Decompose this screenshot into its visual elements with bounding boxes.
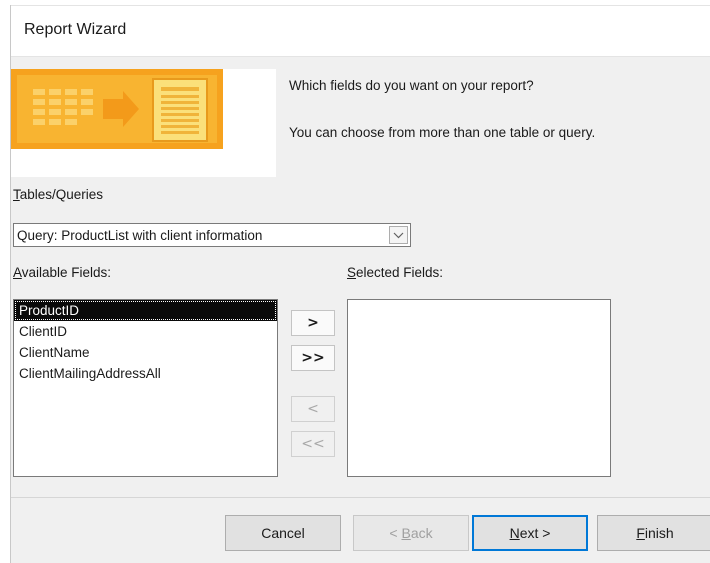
cancel-button[interactable]: Cancel [225,515,341,551]
selected-fields-listbox[interactable] [347,299,611,477]
window-title: Report Wizard [24,21,127,38]
back-button[interactable]: < Back [353,515,469,551]
list-item[interactable]: ProductID [14,300,277,321]
report-wizard-window: Report Wizard Which fields do you want o [10,5,710,563]
chevron-down-icon[interactable] [389,226,408,244]
title-bar: Report Wizard [11,5,710,57]
tables-queries-combobox[interactable]: Query: ProductList with client informati… [13,223,411,247]
tables-queries-value: Query: ProductList with client informati… [17,228,263,243]
tables-queries-label: Tables/Queries [13,187,104,202]
report-wizard-illustration-icon [11,69,276,177]
list-item[interactable]: ClientID [14,321,277,342]
remove-all-fields-button[interactable]: << [291,431,335,457]
finish-button[interactable]: Finish [597,515,710,551]
list-item[interactable]: ClientName [14,342,277,363]
available-fields-label: Available Fields: [13,265,112,280]
next-button[interactable]: Next > [472,515,588,551]
add-all-fields-button[interactable]: >> [291,345,335,371]
wizard-question: Which fields do you want on your report? [289,78,534,93]
available-fields-listbox[interactable]: ProductID ClientID ClientName ClientMailing… [13,299,278,477]
add-field-button[interactable]: > [291,310,335,336]
selected-fields-label: Selected Fields: [347,265,444,280]
footer-divider [11,497,710,498]
wizard-hint: You can choose from more than one table … [289,125,596,140]
remove-field-button[interactable]: < [291,396,335,422]
list-item[interactable]: ClientMailingAddressAll [14,363,277,384]
